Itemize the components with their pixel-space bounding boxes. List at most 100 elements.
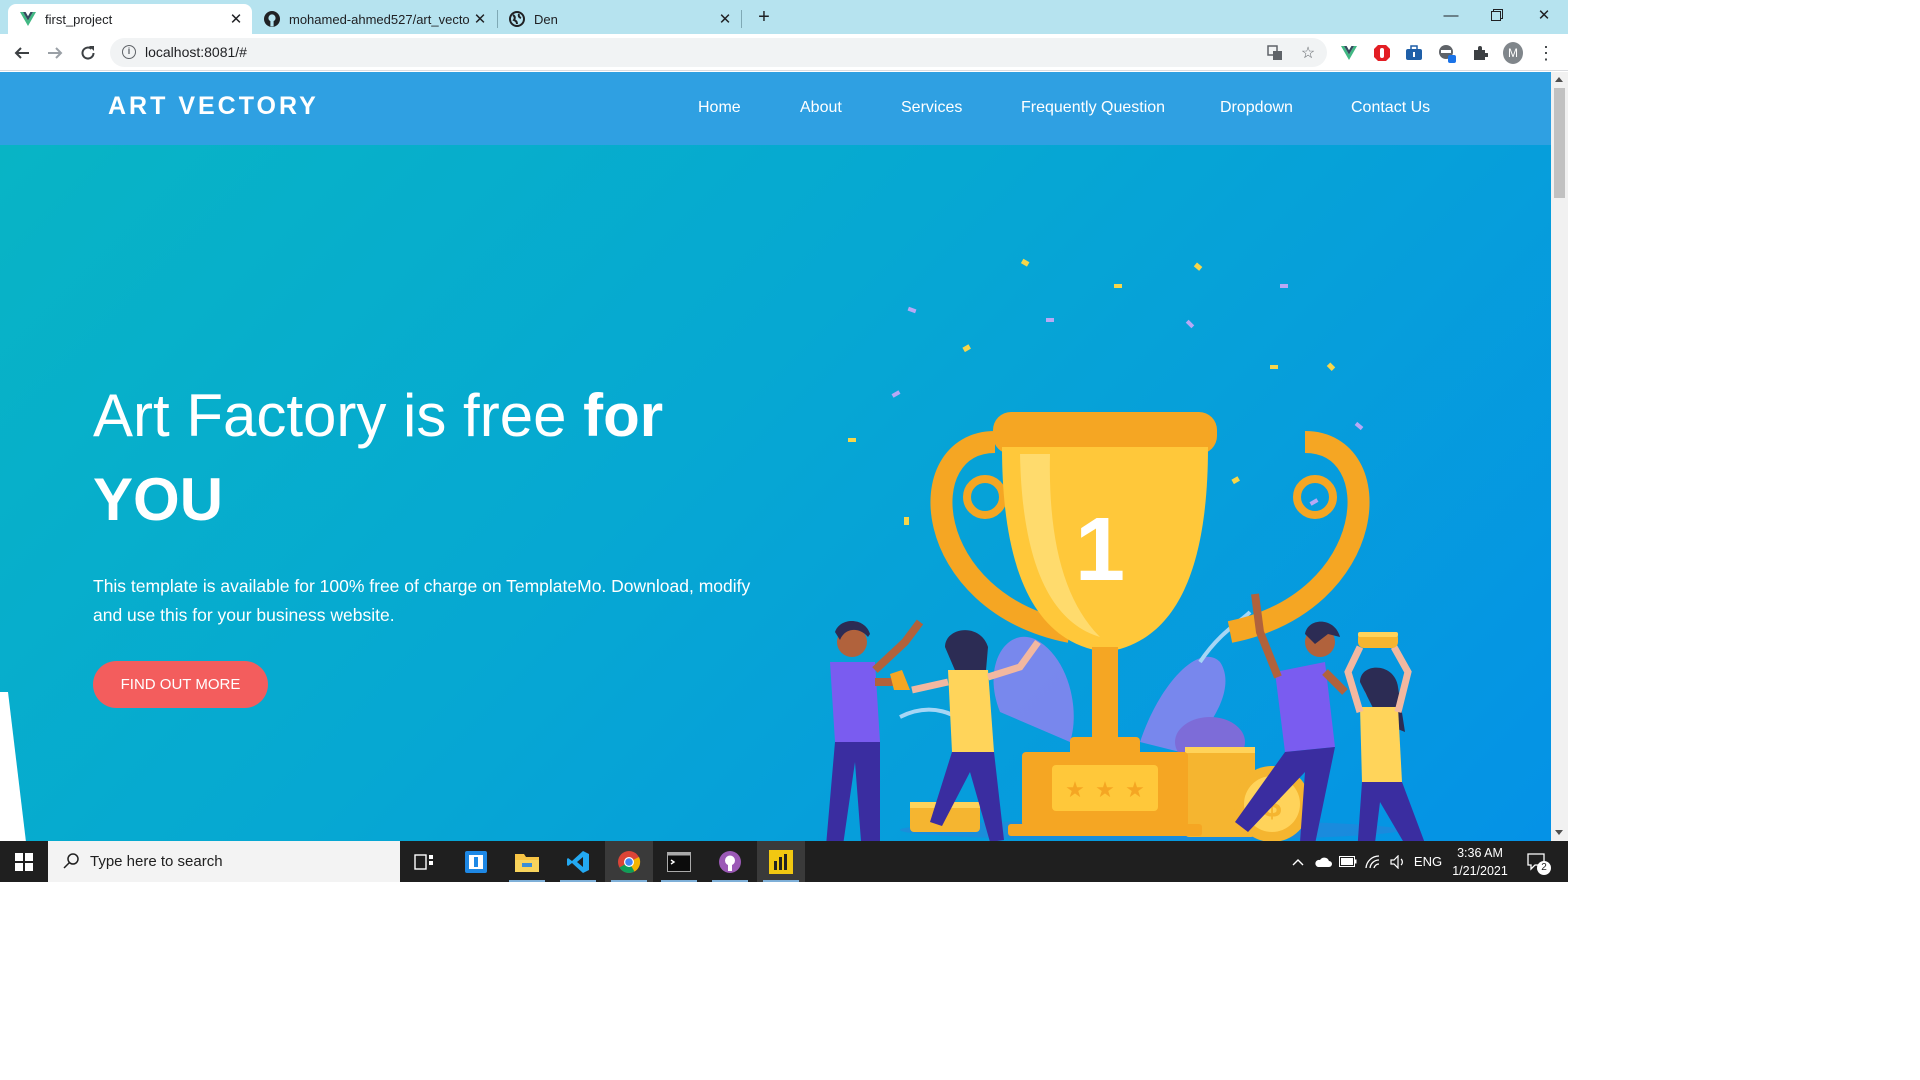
toolbox-extension-icon[interactable] <box>1404 43 1424 63</box>
chrome-icon <box>618 850 641 873</box>
hero-title-bold-you: YOU <box>93 466 224 533</box>
nav-home[interactable]: Home <box>698 99 741 117</box>
task-view-button[interactable] <box>400 841 448 882</box>
terminal-icon <box>667 851 691 872</box>
taskbar-app-powertoys[interactable] <box>452 841 500 882</box>
search-icon <box>62 852 80 875</box>
nav-frequently-question[interactable]: Frequently Question <box>1021 99 1165 117</box>
start-button[interactable] <box>0 841 48 882</box>
site-header: ART VECTORY Home About Services Frequent… <box>0 72 1551 145</box>
github-desktop-icon <box>719 850 741 873</box>
taskbar-app-power-bi[interactable] <box>757 841 805 882</box>
forward-button[interactable] <box>42 40 68 66</box>
page-viewport: ART VECTORY Home About Services Frequent… <box>0 72 1551 841</box>
windows-logo-icon <box>15 852 33 871</box>
nav-services[interactable]: Services <box>901 99 962 117</box>
bookmark-star-icon[interactable]: ☆ <box>1298 43 1318 63</box>
tab-first-project[interactable]: first_project ✕ <box>8 4 252 34</box>
tab-title: Den <box>534 11 558 27</box>
arrow-right-icon <box>48 47 63 59</box>
scroll-down-arrow-icon[interactable] <box>1555 830 1563 835</box>
battery-icon[interactable] <box>1336 841 1360 882</box>
nav-contact-us[interactable]: Contact Us <box>1351 99 1430 117</box>
new-tab-button[interactable]: + <box>753 6 775 28</box>
nav-dropdown[interactable]: Dropdown <box>1220 99 1293 117</box>
browser-tab-strip: first_project ✕ mohamed-ahmed527/art_vec… <box>0 0 1568 34</box>
vue-devtools-icon[interactable] <box>1339 43 1359 63</box>
avatar-initial: M <box>1503 42 1523 64</box>
minimize-button[interactable]: — <box>1428 0 1474 30</box>
running-indicator <box>763 880 799 882</box>
svg-text:★: ★ <box>1065 778 1085 803</box>
power-bi-icon <box>769 849 793 874</box>
close-tab-icon[interactable]: ✕ <box>470 9 490 29</box>
clock-date: 1/21/2021 <box>1452 864 1508 878</box>
close-tab-icon[interactable]: ✕ <box>715 9 735 29</box>
profile-avatar[interactable]: M <box>1503 42 1523 64</box>
back-button[interactable] <box>9 40 35 66</box>
notification-center-button[interactable]: 2 <box>1522 841 1552 882</box>
reload-button[interactable] <box>75 40 101 66</box>
find-out-more-button[interactable]: FIND OUT MORE <box>93 661 268 708</box>
svg-text:★: ★ <box>1095 778 1115 803</box>
search-placeholder: Type here to search <box>90 853 223 870</box>
svg-text:★: ★ <box>1125 778 1145 803</box>
taskbar-clock[interactable]: 3:36 AM 1/21/2021 <box>1444 844 1516 880</box>
tab-den[interactable]: Den ✕ <box>497 4 741 34</box>
taskbar-app-vscode[interactable] <box>554 841 602 882</box>
vscode-icon <box>567 850 589 873</box>
show-hidden-icons-button[interactable] <box>1287 841 1309 882</box>
site-logo[interactable]: ART VECTORY <box>108 92 319 121</box>
close-window-button[interactable]: ✕ <box>1521 0 1567 30</box>
globe-icon <box>509 11 525 27</box>
extensions-puzzle-icon[interactable] <box>1470 43 1490 63</box>
tab-title: mohamed-ahmed527/art_vectory <box>289 11 470 27</box>
arrow-left-icon <box>14 47 29 59</box>
windows-taskbar: Type here to search ENG 3:36 AM 1/21/202… <box>0 841 1568 882</box>
taskbar-app-chrome[interactable] <box>605 841 653 882</box>
tab-github[interactable]: mohamed-ahmed527/art_vectory ✕ <box>252 4 496 34</box>
taskbar-app-github-desktop[interactable] <box>706 841 754 882</box>
close-tab-icon[interactable]: ✕ <box>226 9 246 29</box>
nav-about[interactable]: About <box>800 99 842 117</box>
folder-icon <box>515 853 539 872</box>
taskbar-search-box[interactable]: Type here to search <box>48 841 400 882</box>
notification-count-badge: 2 <box>1537 861 1551 875</box>
adblock-icon[interactable] <box>1372 43 1392 63</box>
taskbar-app-file-explorer[interactable] <box>503 841 551 882</box>
scrollbar-thumb[interactable] <box>1554 88 1565 198</box>
restore-icon <box>1491 9 1503 21</box>
scroll-up-arrow-icon[interactable] <box>1555 77 1563 82</box>
input-language-indicator[interactable]: ENG <box>1412 841 1444 882</box>
hero-title-bold-for: for <box>583 382 664 449</box>
trophy-number: 1 <box>1075 500 1125 600</box>
chevron-up-icon <box>1292 858 1304 865</box>
volume-icon[interactable] <box>1386 841 1410 882</box>
decorative-white-shape <box>0 692 26 841</box>
tab-title: first_project <box>45 11 113 27</box>
trophy-celebration-illustration: $ ★ ★ ★ 1 <box>826 258 1425 841</box>
translate-icon[interactable] <box>1265 43 1285 63</box>
running-indicator <box>661 880 697 882</box>
github-icon <box>264 11 280 27</box>
hero-description: This template is available for 100% free… <box>93 576 751 625</box>
person-illustration <box>826 619 924 841</box>
address-bar[interactable]: i localhost:8081/# ☆ <box>110 38 1327 67</box>
onedrive-icon[interactable] <box>1311 841 1335 882</box>
running-indicator <box>611 880 647 882</box>
wifi-icon[interactable] <box>1361 841 1385 882</box>
taskbar-app-terminal[interactable] <box>655 841 703 882</box>
running-indicator <box>560 880 596 882</box>
browser-toolbar: i localhost:8081/# ☆ M ⋮ <box>0 34 1568 71</box>
task-view-icon <box>414 853 433 870</box>
person-illustration <box>1344 632 1425 841</box>
browser-menu-icon[interactable]: ⋮ <box>1536 43 1556 63</box>
tab-divider <box>741 10 742 28</box>
url-text: localhost:8081/# <box>145 44 247 60</box>
restore-button[interactable] <box>1474 0 1520 30</box>
info-icon[interactable]: i <box>122 45 136 59</box>
page-scrollbar[interactable] <box>1551 72 1568 841</box>
running-indicator <box>712 880 748 882</box>
incognito-extension-icon[interactable] <box>1437 43 1457 63</box>
hero-title-regular: Art Factory is free <box>93 382 584 449</box>
